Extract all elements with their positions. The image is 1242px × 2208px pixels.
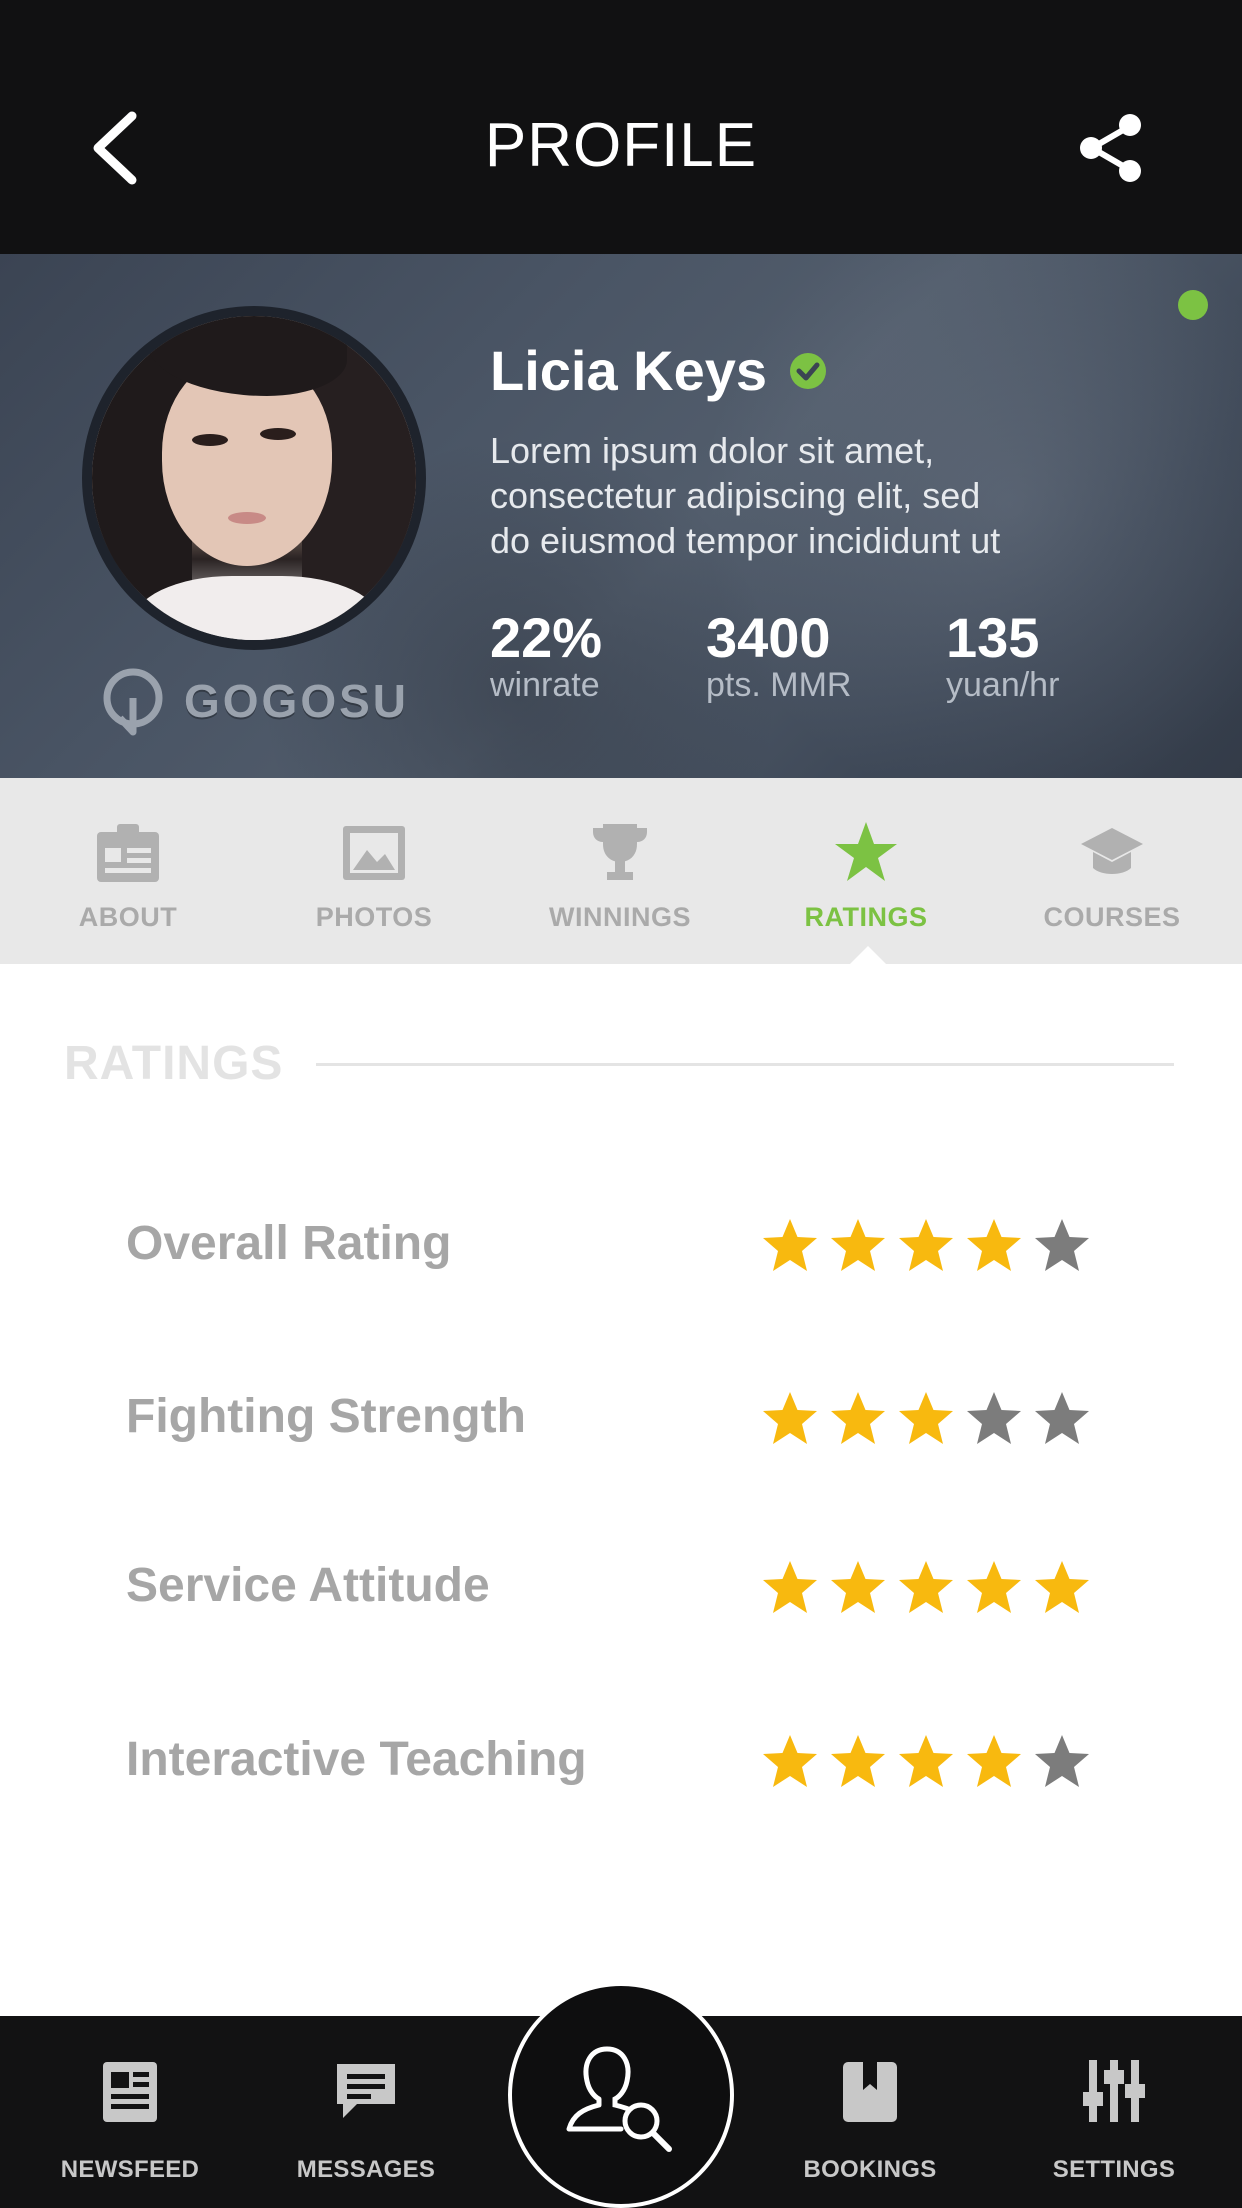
tab-label: COURSES	[1043, 902, 1181, 932]
name-row: Licia Keys	[490, 338, 827, 403]
nav-label: BOOKINGS	[803, 2156, 937, 2183]
star-filled-icon	[899, 1392, 953, 1444]
star-filled-icon	[1035, 1561, 1089, 1613]
star-filled-icon	[831, 1735, 885, 1787]
verified-check-icon	[790, 352, 827, 389]
tab-courses[interactable]: COURSES	[988, 778, 1236, 964]
clipboard-icon	[97, 824, 159, 882]
tab-ratings[interactable]: RATINGS	[742, 778, 990, 964]
sliders-icon	[1083, 2060, 1145, 2122]
stat-value: 3400	[706, 606, 831, 669]
star-filled-icon	[831, 1561, 885, 1613]
rating-label: Overall Rating	[126, 1217, 452, 1270]
tab-about[interactable]: ABOUT	[4, 778, 252, 964]
bio-line: do eiusmod tempor incididunt ut	[490, 520, 1001, 561]
avatar[interactable]	[92, 316, 416, 640]
stat-rate: 135 yuan/hr	[946, 606, 1060, 704]
stat-value: 22%	[490, 606, 603, 669]
stat-label: yuan/hr	[946, 666, 1060, 704]
profile-banner: GOGOSU Licia Keys Lorem ipsum dolor sit …	[0, 254, 1242, 778]
image-icon	[343, 826, 405, 880]
chat-bubble-icon	[337, 2064, 395, 2118]
brand-name: GOGOSU	[184, 675, 410, 727]
star-filled-icon	[763, 1392, 817, 1444]
star-rating	[760, 1558, 1120, 1618]
star-filled-icon	[899, 1735, 953, 1787]
tab-winnings[interactable]: WINNINGS	[496, 778, 744, 964]
rating-label: Service Attitude	[126, 1559, 490, 1612]
star-empty-icon	[1035, 1392, 1089, 1444]
rating-label: Interactive Teaching	[126, 1733, 587, 1786]
section-title: RATINGS	[64, 1037, 284, 1090]
star-filled-icon	[967, 1561, 1021, 1613]
star-filled-icon	[831, 1392, 885, 1444]
top-bar: PROFILE	[0, 0, 1242, 254]
share-icon[interactable]	[1076, 112, 1146, 184]
star-icon	[835, 822, 897, 881]
graduation-cap-icon	[1081, 828, 1143, 874]
star-rating	[760, 1389, 1120, 1449]
star-filled-icon	[967, 1735, 1021, 1787]
section-divider	[316, 1063, 1174, 1066]
bookmark-icon	[843, 2062, 897, 2122]
star-filled-icon	[763, 1219, 817, 1271]
brand-logo: GOGOSU	[98, 666, 409, 736]
page-title: PROFILE	[484, 111, 758, 180]
nav-label: NEWSFEED	[60, 2156, 200, 2183]
tab-label: WINNINGS	[549, 902, 691, 932]
star-filled-icon	[831, 1219, 885, 1271]
tab-label: PHOTOS	[315, 902, 433, 932]
star-rating	[760, 1732, 1120, 1792]
rating-label: Fighting Strength	[126, 1390, 526, 1443]
profile-bio: Lorem ipsum dolor sit amet, consectetur …	[490, 428, 1130, 563]
star-filled-icon	[967, 1219, 1021, 1271]
profile-name: Licia Keys	[490, 339, 768, 402]
stat-label: winrate	[490, 666, 600, 704]
stat-winrate: 22% winrate	[490, 606, 603, 704]
star-empty-icon	[967, 1392, 1021, 1444]
active-tab-pointer	[848, 946, 888, 966]
star-filled-icon	[899, 1561, 953, 1613]
newspaper-icon	[103, 2062, 157, 2122]
nav-messages[interactable]: MESSAGES	[266, 2016, 466, 2208]
stat-label: pts. MMR	[706, 666, 852, 704]
bio-line: Lorem ipsum dolor sit amet,	[490, 430, 935, 471]
rating-row: Fighting Strength	[126, 1377, 1126, 1457]
gogosu-logo-icon	[103, 668, 163, 736]
nav-settings[interactable]: SETTINGS	[1014, 2016, 1214, 2208]
star-rating	[760, 1216, 1120, 1276]
tab-photos[interactable]: PHOTOS	[250, 778, 498, 964]
nav-newsfeed[interactable]: NEWSFEED	[30, 2016, 230, 2208]
bio-line: consectetur adipiscing elit, sed	[490, 475, 981, 516]
nav-label: SETTINGS	[1052, 2156, 1176, 2183]
tab-label: RATINGS	[804, 902, 928, 932]
star-filled-icon	[899, 1219, 953, 1271]
online-status-dot	[1178, 290, 1208, 320]
rating-row: Overall Rating	[126, 1204, 1126, 1284]
rating-row: Interactive Teaching	[126, 1720, 1126, 1800]
stat-mmr: 3400 pts. MMR	[706, 606, 852, 704]
rating-row: Service Attitude	[126, 1546, 1126, 1626]
stat-value: 135	[946, 606, 1040, 669]
profile-stats: 22% winrate 3400 pts. MMR 135 yuan/hr	[490, 608, 1190, 718]
tab-label: ABOUT	[78, 902, 178, 932]
find-player-button[interactable]	[508, 1982, 734, 2208]
user-search-icon	[566, 2046, 672, 2152]
star-empty-icon	[1035, 1219, 1089, 1271]
star-filled-icon	[763, 1561, 817, 1613]
trophy-icon	[593, 824, 647, 880]
star-empty-icon	[1035, 1735, 1089, 1787]
profile-tabs: ABOUT PHOTOS WINNINGS RATINGS COURSES	[0, 778, 1242, 964]
star-filled-icon	[763, 1735, 817, 1787]
nav-bookings[interactable]: BOOKINGS	[770, 2016, 970, 2208]
nav-label: MESSAGES	[296, 2156, 436, 2183]
